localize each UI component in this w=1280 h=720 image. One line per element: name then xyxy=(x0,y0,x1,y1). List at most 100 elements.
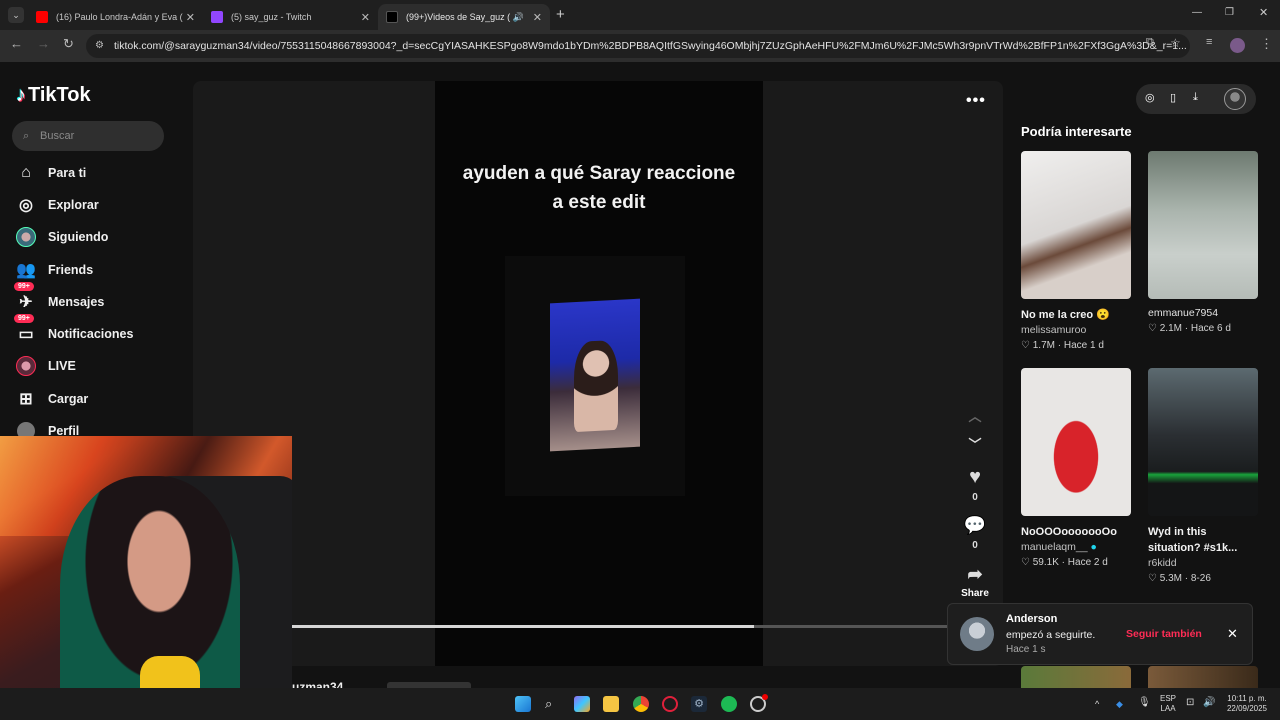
forward-icon[interactable]: → xyxy=(37,36,50,51)
system-clock[interactable]: 10:11 p. m. 22/09/2025 xyxy=(1222,694,1272,714)
sidebar-item-notificaciones[interactable]: ▭ 99+ Notificaciones xyxy=(14,314,133,344)
more-options-icon[interactable]: ••• xyxy=(966,92,986,110)
tab-youtube[interactable]: (16) Paulo Londra-Adán y Eva ( ✕ xyxy=(28,4,203,30)
bookmark-star-icon[interactable]: ☆ xyxy=(1170,36,1181,50)
copilot-icon[interactable] xyxy=(574,696,590,712)
recommend-card[interactable]: NoOOOooooooOo manuelaqm__ ● ♡ 59.1K · Ha… xyxy=(1021,368,1131,568)
sidebar-item-explorar[interactable]: ◎ Explorar xyxy=(16,195,99,215)
tab-search-icon[interactable]: ⌄ xyxy=(8,7,24,23)
card-title[interactable]: Wyd in this situation? #s1k... xyxy=(1148,524,1248,556)
live-icon xyxy=(16,356,36,376)
compass-icon[interactable]: ◎ xyxy=(1145,91,1155,104)
card-username-row[interactable]: manuelaqm__ ● xyxy=(1021,541,1131,553)
tray-overflow-icon[interactable]: ^ xyxy=(1095,699,1099,709)
notifications-icon: ▭ 99+ xyxy=(14,314,36,344)
follower-avatar[interactable] xyxy=(960,617,994,651)
sidebar-item-friends[interactable]: 👥 Friends xyxy=(16,260,93,280)
sidebar-item-para-ti[interactable]: ⌂ Para ti xyxy=(16,163,86,183)
card-meta: ♡ 59.1K · Hace 2 d xyxy=(1021,557,1108,568)
previous-video-icon[interactable]: ︿ xyxy=(960,406,990,425)
tiktok-logo[interactable]: ♪ TikTok xyxy=(16,84,91,107)
card-username[interactable]: emmanue7954 xyxy=(1148,307,1258,319)
heart-outline-icon: ♡ xyxy=(1148,573,1160,584)
media-control-icon[interactable]: ≡ xyxy=(1206,36,1212,48)
sidebar-item-siguiendo[interactable]: Siguiendo xyxy=(16,227,108,247)
comment-button[interactable]: 💬 0 xyxy=(960,514,990,551)
search-placeholder: Buscar xyxy=(40,130,75,142)
youtube-icon xyxy=(36,11,48,23)
phone-icon[interactable]: ▯ xyxy=(1170,91,1176,104)
minimize-button[interactable]: — xyxy=(1192,7,1202,18)
friends-icon: 👥 xyxy=(16,262,36,279)
card-age: Hace 2 d xyxy=(1067,557,1108,568)
clock-time: 10:11 p. m. xyxy=(1227,694,1267,703)
install-app-icon[interactable]: ⧉ xyxy=(1146,36,1154,49)
follow-back-button[interactable]: Seguir también xyxy=(1126,628,1202,640)
sidebar-item-live[interactable]: LIVE xyxy=(16,356,76,376)
sidebar-item-mensajes[interactable]: ✈ 99+ Mensajes xyxy=(14,282,104,312)
video-thumbnail[interactable] xyxy=(1148,368,1258,516)
back-icon[interactable]: ← xyxy=(10,36,23,51)
network-icon[interactable]: ⊡ xyxy=(1186,698,1194,708)
address-bar[interactable]: ⚙ tiktok.com/@sarayguzman34/video/755311… xyxy=(86,34,1190,58)
video-thumbnail[interactable] xyxy=(1148,151,1258,299)
steam-icon[interactable]: ⚙ xyxy=(691,696,707,712)
close-icon[interactable]: ✕ xyxy=(361,11,370,24)
recommend-card[interactable]: No me la creo 😮 melissamuroo ♡ 1.7M · Ha… xyxy=(1021,151,1131,351)
video-thumbnail[interactable] xyxy=(1021,151,1131,299)
browser-tab-strip: ⌄ (16) Paulo Londra-Adán y Eva ( ✕ (5) s… xyxy=(0,0,1280,30)
tab-tiktok[interactable]: (99+)Videos de Say_guz ( 🔊 ✕ xyxy=(378,4,550,30)
card-title[interactable]: No me la creo 😮 xyxy=(1021,307,1131,323)
next-video-icon[interactable]: ﹀ xyxy=(960,434,990,453)
like-button[interactable]: ♥ 0 xyxy=(960,466,990,503)
video-frame[interactable]: ayuden a qué Saray reaccione a este edit xyxy=(435,81,763,666)
video-progress-bar[interactable] xyxy=(292,625,952,628)
tab-twitch[interactable]: (5) say_guz - Twitch ✕ xyxy=(203,4,378,30)
opera-gx-icon[interactable] xyxy=(662,696,678,712)
user-avatar[interactable] xyxy=(1224,88,1246,110)
tray-app-icon[interactable]: ◆ xyxy=(1116,699,1123,709)
follow-time: Hace 1 s xyxy=(1006,644,1046,655)
sidebar-item-label: Para ti xyxy=(48,166,87,180)
new-tab-button[interactable]: + xyxy=(556,6,565,23)
video-thumbnail[interactable] xyxy=(1021,368,1131,516)
reload-icon[interactable]: ↻ xyxy=(63,36,74,52)
video-thumbnail[interactable] xyxy=(1021,666,1131,688)
card-likes: 1.7M xyxy=(1032,340,1055,351)
close-icon[interactable]: ✕ xyxy=(186,11,195,24)
close-icon[interactable]: ✕ xyxy=(533,11,542,24)
sidebar-item-cargar[interactable]: ⊞ Cargar xyxy=(16,389,88,409)
site-info-icon[interactable]: ⚙ xyxy=(95,34,104,58)
follower-name[interactable]: Anderson xyxy=(1006,613,1057,625)
restore-button[interactable]: ❐ xyxy=(1225,7,1234,18)
obs-icon[interactable] xyxy=(750,694,768,712)
windows-start-icon[interactable] xyxy=(515,696,531,712)
card-title[interactable]: NoOOOooooooOo xyxy=(1021,524,1131,540)
follow-notification-toast[interactable]: Anderson empezó a seguirte. Hace 1 s Seg… xyxy=(947,603,1253,665)
microphone-icon[interactable]: 🎙 xyxy=(1138,698,1151,708)
search-icon[interactable]: ⌕ xyxy=(545,696,561,712)
sidebar-item-label: Friends xyxy=(48,263,94,277)
tab-title: (16) Paulo Londra-Adán y Eva ( xyxy=(56,12,183,22)
card-username[interactable]: melissamuroo xyxy=(1021,324,1131,336)
video-player[interactable]: ayuden a qué Saray reaccione a este edit xyxy=(193,81,1003,666)
card-age: Hace 6 d xyxy=(1190,323,1231,334)
search-input[interactable]: ⌕ Buscar xyxy=(12,121,164,151)
profile-avatar-icon[interactable] xyxy=(1230,38,1245,53)
close-window-button[interactable]: ✕ xyxy=(1259,6,1268,19)
spotify-icon[interactable] xyxy=(721,696,737,712)
comment-icon: 💬 xyxy=(963,515,987,535)
menu-kebab-icon[interactable]: ⋮ xyxy=(1260,36,1273,52)
recommend-card[interactable]: emmanue7954 ♡ 2.1M · Hace 6 d xyxy=(1148,151,1258,334)
volume-icon[interactable]: 🔊 xyxy=(1203,698,1215,708)
close-icon[interactable]: ✕ xyxy=(1227,626,1238,642)
share-button[interactable]: ➦ Share xyxy=(960,563,990,599)
chrome-icon[interactable] xyxy=(633,696,649,712)
language-indicator[interactable]: ESP LAA xyxy=(1156,694,1180,714)
card-username[interactable]: r6kidd xyxy=(1148,557,1258,569)
download-icon[interactable]: ⤓ xyxy=(1193,91,1198,104)
recommend-card[interactable]: Wyd in this situation? #s1k... r6kidd ♡ … xyxy=(1148,368,1258,584)
video-thumbnail[interactable] xyxy=(1148,666,1258,688)
file-explorer-icon[interactable] xyxy=(603,696,619,712)
speaker-icon[interactable]: 🔊 xyxy=(513,12,524,23)
